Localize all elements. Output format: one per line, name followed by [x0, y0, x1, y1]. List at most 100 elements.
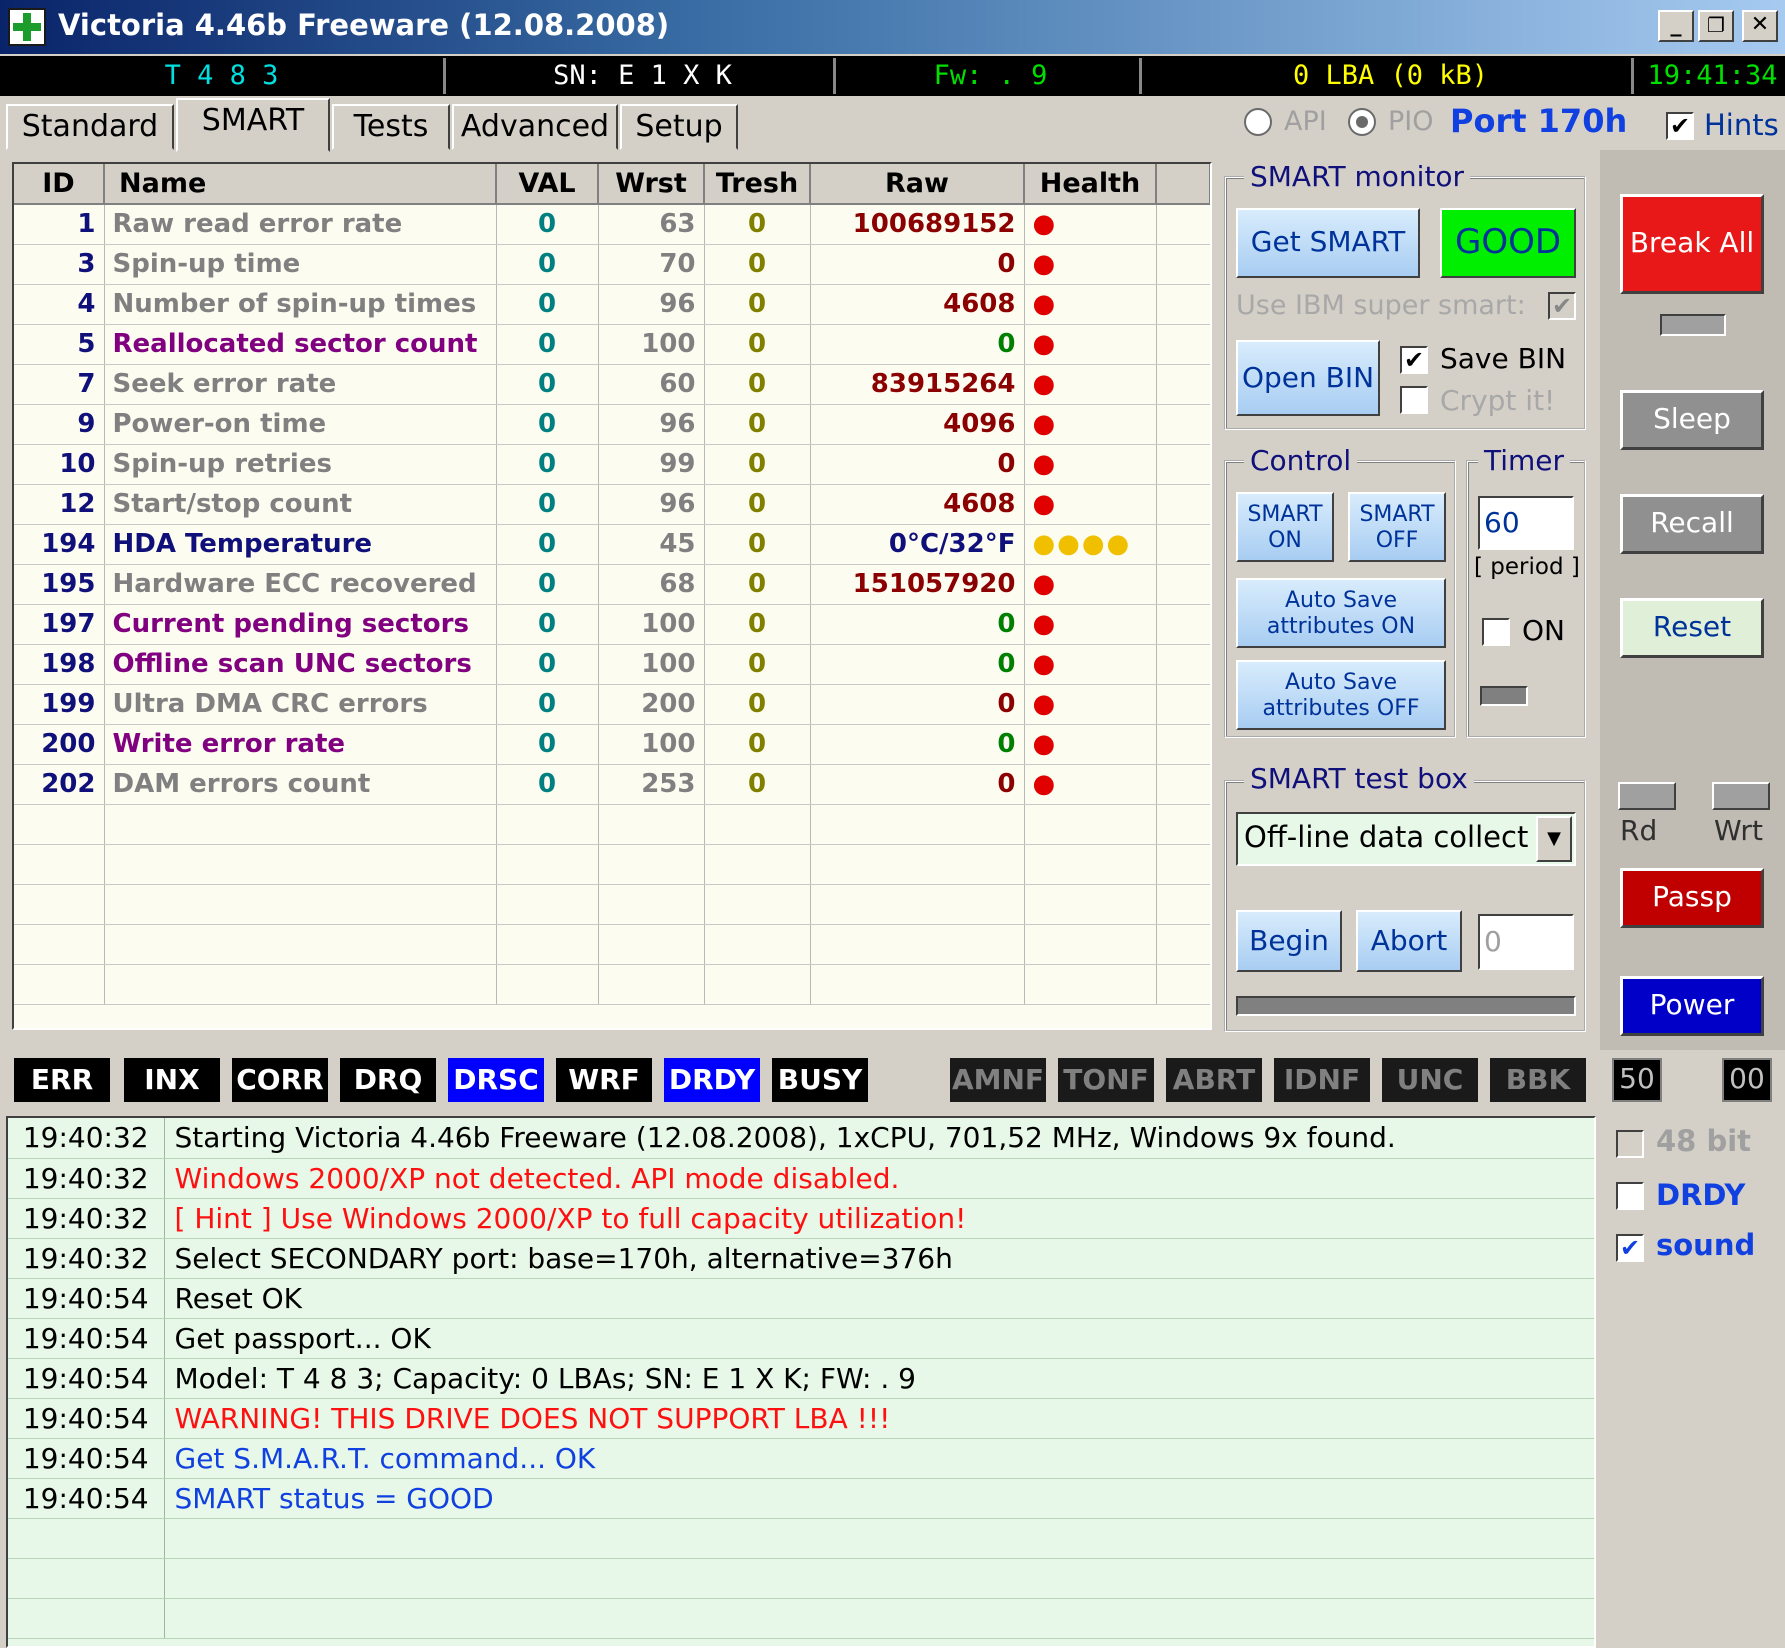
attr-raw: 0	[810, 644, 1025, 685]
tab-tests[interactable]: Tests	[332, 104, 450, 150]
table-row[interactable]: 198 Offline scan UNC sectors 0 100 0 0 ●	[14, 644, 1210, 685]
break-all-button[interactable]: Break All	[1620, 194, 1764, 294]
flag-abrt: ABRT	[1166, 1058, 1262, 1102]
hints-checkbox[interactable]: ✔	[1666, 112, 1694, 140]
log-message: Select SECONDARY port: base=170h, altern…	[164, 1238, 1594, 1279]
restore-button[interactable]: ❐	[1698, 10, 1734, 42]
empty-cell	[14, 804, 105, 845]
attr-val: 0	[496, 764, 599, 805]
tab-setup[interactable]: Setup	[620, 104, 738, 150]
smart-on-button[interactable]: SMART ON	[1236, 492, 1334, 562]
close-button[interactable]: ✕	[1742, 10, 1778, 42]
save-bin-checkbox[interactable]: ✔	[1400, 346, 1428, 374]
table-row[interactable]: 1 Raw read error rate 0 63 0 100689152 ●	[14, 204, 1210, 245]
empty-cell	[598, 884, 705, 925]
log-row: 19:40:32 Windows 2000/XP not detected. AP…	[8, 1158, 1594, 1199]
ibm-smart-checkbox[interactable]: ✔	[1548, 292, 1576, 320]
table-row[interactable]: 200 Write error rate 0 100 0 0 ●	[14, 724, 1210, 765]
col-id[interactable]: ID	[14, 164, 105, 205]
col-raw[interactable]: Raw	[810, 164, 1025, 205]
table-row[interactable]: 194 HDA Temperature 0 45 0 0°C/32°F ●●●●	[14, 524, 1210, 565]
attr-threshold: 0	[704, 684, 811, 725]
attr-raw: 4608	[810, 484, 1025, 525]
table-row[interactable]: 9 Power-on time 0 96 0 4096 ●	[14, 404, 1210, 445]
pio-radio[interactable]	[1348, 108, 1376, 136]
api-radio[interactable]	[1244, 108, 1272, 136]
tab-advanced[interactable]: Advanced	[452, 104, 618, 150]
bit48-checkbox[interactable]	[1616, 1130, 1644, 1158]
begin-button[interactable]: Begin	[1236, 910, 1342, 972]
chevron-down-icon[interactable]: ▼	[1536, 816, 1572, 862]
tab-smart[interactable]: SMART	[176, 98, 330, 152]
col-name[interactable]: Name	[104, 164, 497, 205]
attr-threshold: 0	[704, 324, 811, 365]
table-row[interactable]: 4 Number of spin-up times 0 96 0 4608 ●	[14, 284, 1210, 325]
log-empty-cell	[164, 1558, 1594, 1599]
log-row: 19:40:54 Reset OK	[8, 1278, 1594, 1319]
attr-val: 0	[496, 284, 599, 325]
attr-worst: 96	[598, 284, 705, 325]
attr-id: 1	[14, 204, 105, 245]
flag-busy: BUSY	[772, 1058, 868, 1102]
empty-cell	[810, 804, 1025, 845]
attr-raw: 0	[810, 764, 1025, 805]
test-counter[interactable]: 0	[1478, 914, 1574, 970]
timer-title: Timer	[1478, 444, 1571, 477]
get-smart-button[interactable]: Get SMART	[1236, 208, 1420, 278]
timer-on-checkbox[interactable]	[1482, 618, 1510, 646]
attr-worst: 100	[598, 604, 705, 645]
col-wrst[interactable]: Wrst	[598, 164, 705, 205]
minimize-button[interactable]: _	[1658, 10, 1694, 42]
crypt-checkbox[interactable]	[1400, 386, 1428, 414]
open-bin-button[interactable]: Open BIN	[1236, 340, 1380, 416]
autosave-off-button[interactable]: Auto Save attributes OFF	[1236, 660, 1446, 730]
col-val[interactable]: VAL	[496, 164, 599, 205]
hints-label: Hints	[1704, 108, 1779, 142]
recall-button[interactable]: Recall	[1620, 494, 1764, 554]
drive-firmware: Fw: . 9	[842, 58, 1142, 94]
attr-health-indicator: ●	[1024, 644, 1157, 685]
abort-button[interactable]: Abort	[1356, 910, 1462, 972]
passport-button[interactable]: Passp	[1620, 868, 1764, 928]
flag-drq: DRQ	[340, 1058, 436, 1102]
table-row[interactable]: 197 Current pending sectors 0 100 0 0 ●	[14, 604, 1210, 645]
empty-cell	[704, 884, 811, 925]
sleep-button[interactable]: Sleep	[1620, 390, 1764, 450]
table-row[interactable]: 12 Start/stop count 0 96 0 4608 ●	[14, 484, 1210, 525]
flag-tonf: TONF	[1058, 1058, 1154, 1102]
flag-bbk: BBK	[1490, 1058, 1586, 1102]
attr-name: Power-on time	[104, 404, 497, 445]
table-row[interactable]: 10 Spin-up retries 0 99 0 0 ●	[14, 444, 1210, 485]
log-empty-cell	[8, 1598, 165, 1639]
attr-raw: 4608	[810, 284, 1025, 325]
timer-input[interactable]: 60	[1478, 496, 1574, 550]
log-time: 19:40:54	[8, 1358, 165, 1399]
attr-val: 0	[496, 564, 599, 605]
table-row[interactable]: 195 Hardware ECC recovered 0 68 0 151057920 ●	[14, 564, 1210, 605]
attr-name: Current pending sectors	[104, 604, 497, 645]
attr-worst: 253	[598, 764, 705, 805]
attr-raw: 4096	[810, 404, 1025, 445]
attr-spare	[1156, 324, 1210, 365]
col-health[interactable]: Health	[1024, 164, 1157, 205]
table-row[interactable]: 202 DAM errors count 0 253 0 0 ●	[14, 764, 1210, 805]
log-message: Get passport... OK	[164, 1318, 1594, 1359]
log-time: 19:40:54	[8, 1318, 165, 1359]
sound-checkbox[interactable]: ✔	[1616, 1234, 1644, 1262]
log-message: Model: T 4 8 3; Capacity: 0 LBAs; SN: E …	[164, 1358, 1594, 1399]
table-row[interactable]: 199 Ultra DMA CRC errors 0 200 0 0 ●	[14, 684, 1210, 725]
drdy-checkbox[interactable]	[1616, 1182, 1644, 1210]
log-empty-cell	[8, 1558, 165, 1599]
autosave-on-button[interactable]: Auto Save attributes ON	[1236, 578, 1446, 648]
tab-standard[interactable]: Standard	[6, 104, 174, 150]
reset-button[interactable]: Reset	[1620, 598, 1764, 658]
table-row[interactable]: 3 Spin-up time 0 70 0 0 ●	[14, 244, 1210, 285]
col-tresh[interactable]: Tresh	[704, 164, 811, 205]
empty-cell	[1156, 924, 1210, 965]
power-button[interactable]: Power	[1620, 976, 1764, 1036]
table-row[interactable]: 7 Seek error rate 0 60 0 83915264 ●	[14, 364, 1210, 405]
test-type-select[interactable]: Off-line data collect ▼	[1236, 812, 1576, 866]
smart-off-button[interactable]: SMART OFF	[1348, 492, 1446, 562]
attr-raw: 0	[810, 684, 1025, 725]
table-row[interactable]: 5 Reallocated sector count 0 100 0 0 ●	[14, 324, 1210, 365]
